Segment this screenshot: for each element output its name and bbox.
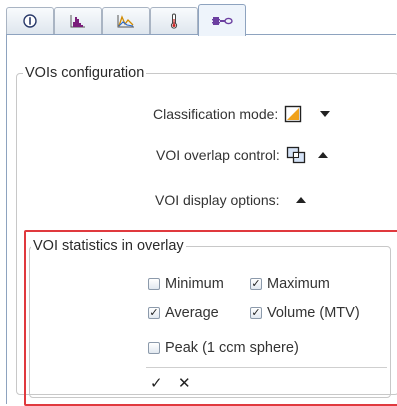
volume-option[interactable]: ✓ Volume (MTV)	[250, 305, 360, 321]
triangle-up-icon	[295, 196, 306, 203]
tab-histogram[interactable]	[54, 7, 102, 34]
tab-info[interactable]	[6, 7, 54, 34]
curves-icon	[117, 15, 134, 28]
minimum-checkbox[interactable]	[148, 278, 160, 290]
minimum-label: Minimum	[165, 276, 224, 292]
overlap-squares-icon	[286, 146, 305, 164]
triangle-down-icon	[320, 110, 331, 117]
peak-option[interactable]: Peak (1 ccm sphere)	[148, 340, 299, 356]
thermometer-icon	[170, 13, 178, 29]
triangle-up-icon	[317, 151, 328, 158]
voi-display-options-row: VOI display options:	[155, 190, 306, 210]
voi-overlap-label: VOI overlap control:	[156, 147, 280, 163]
check-icon[interactable]: ✓	[150, 374, 163, 392]
tab-curves[interactable]	[102, 7, 150, 34]
close-icon[interactable]: ✕	[178, 374, 191, 392]
histogram-icon	[70, 15, 85, 28]
volume-label: Volume (MTV)	[267, 305, 360, 321]
voi-tools-icon	[212, 16, 233, 25]
classification-mode-dropdown-arrow[interactable]	[320, 110, 331, 118]
maximum-label: Maximum	[267, 276, 330, 292]
classification-mode-button[interactable]	[284, 105, 302, 123]
maximum-option[interactable]: ✓ Maximum	[250, 276, 330, 292]
tab-thermometer[interactable]	[150, 7, 198, 34]
minimum-option[interactable]: Minimum	[148, 276, 224, 292]
average-checkbox[interactable]: ✓	[148, 307, 160, 319]
vois-configuration-title: VOIs configuration	[23, 65, 147, 82]
tab-strip	[6, 4, 397, 36]
divider	[146, 367, 387, 368]
classification-mode-icon	[285, 105, 302, 123]
peak-checkbox[interactable]	[148, 342, 160, 354]
classification-mode-row: Classification mode:	[153, 104, 331, 124]
average-label: Average	[165, 305, 219, 321]
voi-overlap-button[interactable]	[286, 146, 306, 164]
voi-display-options-collapse-arrow[interactable]	[295, 196, 306, 204]
voi-overlap-collapse-arrow[interactable]	[317, 151, 328, 159]
average-option[interactable]: ✓ Average	[148, 305, 219, 321]
voi-statistics-group: VOI statistics in overlay	[29, 238, 391, 398]
volume-checkbox[interactable]: ✓	[250, 307, 262, 319]
maximum-checkbox[interactable]: ✓	[250, 278, 262, 290]
tab-voi-tools[interactable]	[198, 4, 246, 36]
voi-display-options-label: VOI display options:	[155, 192, 280, 208]
voi-overlap-row: VOI overlap control:	[156, 145, 328, 165]
peak-label: Peak (1 ccm sphere)	[165, 340, 299, 356]
classification-mode-label: Classification mode:	[153, 106, 279, 122]
info-icon	[23, 14, 37, 28]
voi-statistics-title: VOI statistics in overlay	[31, 238, 186, 255]
